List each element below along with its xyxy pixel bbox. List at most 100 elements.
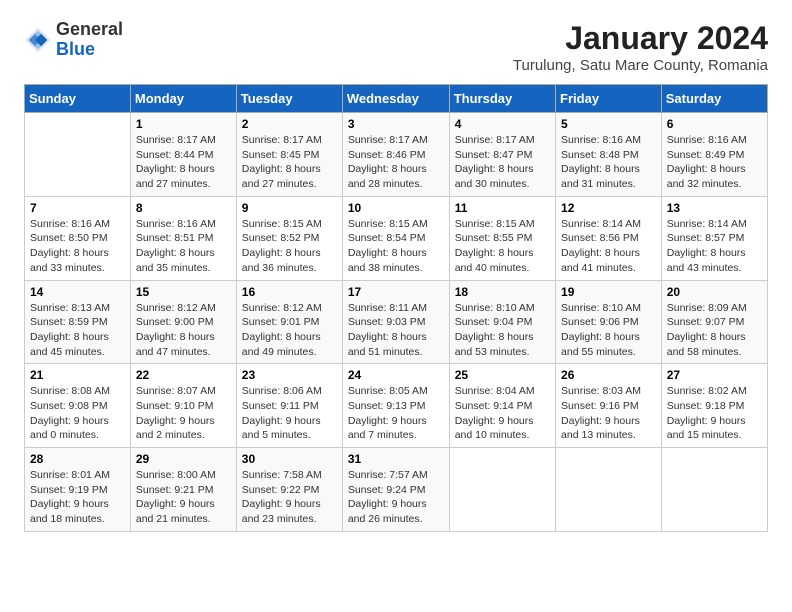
day-number: 7 [30, 201, 125, 215]
logo-general-text: General [56, 19, 123, 39]
weekday-header-sunday: Sunday [25, 85, 131, 113]
day-detail: Sunrise: 8:08 AM Sunset: 9:08 PM Dayligh… [30, 385, 110, 441]
day-number: 10 [348, 201, 444, 215]
calendar-cell: 7 Sunrise: 8:16 AM Sunset: 8:50 PM Daylig… [25, 196, 131, 280]
day-number: 8 [136, 201, 231, 215]
calendar-cell: 6 Sunrise: 8:16 AM Sunset: 8:49 PM Daylig… [661, 113, 767, 197]
day-detail: Sunrise: 8:07 AM Sunset: 9:10 PM Dayligh… [136, 385, 216, 441]
calendar-cell: 1 Sunrise: 8:17 AM Sunset: 8:44 PM Daylig… [130, 113, 236, 197]
day-detail: Sunrise: 8:02 AM Sunset: 9:18 PM Dayligh… [667, 385, 747, 441]
day-number: 11 [455, 201, 550, 215]
calendar-cell: 19Sunrise: 8:10 AM Sunset: 9:06 PM Dayli… [556, 280, 662, 364]
day-detail: Sunrise: 8:15 AM Sunset: 8:55 PM Dayligh… [455, 218, 535, 274]
calendar-body: 1 Sunrise: 8:17 AM Sunset: 8:44 PM Daylig… [25, 113, 768, 532]
calendar-table: SundayMondayTuesdayWednesdayThursdayFrid… [24, 84, 768, 532]
day-number: 29 [136, 452, 231, 466]
day-number: 15 [136, 285, 231, 299]
day-detail: Sunrise: 8:12 AM Sunset: 9:00 PM Dayligh… [136, 302, 216, 358]
calendar-cell: 12 Sunrise: 8:14 AM Sunset: 8:56 PM Dayli… [556, 196, 662, 280]
day-detail: Sunrise: 8:10 AM Sunset: 9:04 PM Dayligh… [455, 302, 535, 358]
day-detail: Sunrise: 8:17 AM Sunset: 8:46 PM Dayligh… [348, 134, 428, 190]
calendar-cell: 4 Sunrise: 8:17 AM Sunset: 8:47 PM Daylig… [449, 113, 555, 197]
title-area: January 2024 Turulung, Satu Mare County,… [513, 20, 768, 74]
calendar-cell [661, 448, 767, 532]
day-detail: Sunrise: 8:17 AM Sunset: 8:47 PM Dayligh… [455, 134, 535, 190]
day-number: 5 [561, 117, 656, 131]
week-row-5: 28 Sunrise: 8:01 AM Sunset: 9:19 PM Dayli… [25, 448, 768, 532]
logo-blue-text: Blue [56, 39, 95, 59]
day-detail: Sunrise: 8:15 AM Sunset: 8:54 PM Dayligh… [348, 218, 428, 274]
day-detail: Sunrise: 8:14 AM Sunset: 8:57 PM Dayligh… [667, 218, 747, 274]
calendar-cell: 29 Sunrise: 8:00 AM Sunset: 9:21 PM Dayli… [130, 448, 236, 532]
day-number: 24 [348, 368, 444, 382]
day-detail: Sunrise: 8:11 AM Sunset: 9:03 PM Dayligh… [348, 302, 427, 358]
day-number: 16 [242, 285, 337, 299]
calendar-cell: 9Sunrise: 8:15 AM Sunset: 8:52 PM Daylig… [236, 196, 342, 280]
calendar-cell: 30Sunrise: 7:58 AM Sunset: 9:22 PM Dayli… [236, 448, 342, 532]
day-detail: Sunrise: 8:12 AM Sunset: 9:01 PM Dayligh… [242, 302, 322, 358]
calendar-cell: 11 Sunrise: 8:15 AM Sunset: 8:55 PM Dayli… [449, 196, 555, 280]
day-number: 18 [455, 285, 550, 299]
day-detail: Sunrise: 7:58 AM Sunset: 9:22 PM Dayligh… [242, 469, 322, 525]
calendar-cell [449, 448, 555, 532]
calendar-cell: 2Sunrise: 8:17 AM Sunset: 8:45 PM Daylig… [236, 113, 342, 197]
week-row-2: 7 Sunrise: 8:16 AM Sunset: 8:50 PM Daylig… [25, 196, 768, 280]
day-detail: Sunrise: 8:04 AM Sunset: 9:14 PM Dayligh… [455, 385, 535, 441]
calendar-cell: 15 Sunrise: 8:12 AM Sunset: 9:00 PM Dayli… [130, 280, 236, 364]
day-detail: Sunrise: 8:17 AM Sunset: 8:44 PM Dayligh… [136, 134, 216, 190]
day-number: 17 [348, 285, 444, 299]
day-detail: Sunrise: 8:17 AM Sunset: 8:45 PM Dayligh… [242, 134, 322, 190]
calendar-cell: 20 Sunrise: 8:09 AM Sunset: 9:07 PM Dayli… [661, 280, 767, 364]
day-number: 4 [455, 117, 550, 131]
calendar-cell: 3 Sunrise: 8:17 AM Sunset: 8:46 PM Daylig… [342, 113, 449, 197]
calendar-cell: 21 Sunrise: 8:08 AM Sunset: 9:08 PM Dayli… [25, 364, 131, 448]
day-detail: Sunrise: 8:00 AM Sunset: 9:21 PM Dayligh… [136, 469, 216, 525]
calendar-cell [556, 448, 662, 532]
month-title: January 2024 [513, 20, 768, 57]
day-number: 26 [561, 368, 656, 382]
day-number: 22 [136, 368, 231, 382]
logo: General Blue [24, 20, 123, 60]
day-number: 20 [667, 285, 762, 299]
day-detail: Sunrise: 8:16 AM Sunset: 8:49 PM Dayligh… [667, 134, 747, 190]
day-number: 28 [30, 452, 125, 466]
header: General Blue January 2024 Turulung, Satu… [24, 20, 768, 74]
day-number: 6 [667, 117, 762, 131]
day-number: 3 [348, 117, 444, 131]
calendar-header: SundayMondayTuesdayWednesdayThursdayFrid… [25, 85, 768, 113]
day-detail: Sunrise: 8:15 AM Sunset: 8:52 PM Dayligh… [242, 218, 322, 274]
weekday-header-tuesday: Tuesday [236, 85, 342, 113]
day-number: 1 [136, 117, 231, 131]
calendar-cell: 17 Sunrise: 8:11 AM Sunset: 9:03 PM Dayli… [342, 280, 449, 364]
day-number: 12 [561, 201, 656, 215]
calendar-cell: 8 Sunrise: 8:16 AM Sunset: 8:51 PM Daylig… [130, 196, 236, 280]
calendar-cell: 27Sunrise: 8:02 AM Sunset: 9:18 PM Dayli… [661, 364, 767, 448]
weekday-header-wednesday: Wednesday [342, 85, 449, 113]
week-row-3: 14Sunrise: 8:13 AM Sunset: 8:59 PM Dayli… [25, 280, 768, 364]
day-detail: Sunrise: 8:10 AM Sunset: 9:06 PM Dayligh… [561, 302, 641, 358]
calendar-cell: 14Sunrise: 8:13 AM Sunset: 8:59 PM Dayli… [25, 280, 131, 364]
calendar-cell [25, 113, 131, 197]
day-detail: Sunrise: 8:03 AM Sunset: 9:16 PM Dayligh… [561, 385, 641, 441]
day-detail: Sunrise: 8:16 AM Sunset: 8:48 PM Dayligh… [561, 134, 641, 190]
day-number: 14 [30, 285, 125, 299]
day-detail: Sunrise: 8:09 AM Sunset: 9:07 PM Dayligh… [667, 302, 747, 358]
day-number: 23 [242, 368, 337, 382]
day-number: 25 [455, 368, 550, 382]
day-number: 21 [30, 368, 125, 382]
weekday-header-thursday: Thursday [449, 85, 555, 113]
day-detail: Sunrise: 8:16 AM Sunset: 8:51 PM Dayligh… [136, 218, 216, 274]
day-detail: Sunrise: 8:01 AM Sunset: 9:19 PM Dayligh… [30, 469, 110, 525]
calendar-cell: 5 Sunrise: 8:16 AM Sunset: 8:48 PM Daylig… [556, 113, 662, 197]
calendar-cell: 13 Sunrise: 8:14 AM Sunset: 8:57 PM Dayli… [661, 196, 767, 280]
calendar-cell: 10 Sunrise: 8:15 AM Sunset: 8:54 PM Dayli… [342, 196, 449, 280]
day-detail: Sunrise: 8:16 AM Sunset: 8:50 PM Dayligh… [30, 218, 110, 274]
calendar-cell: 24Sunrise: 8:05 AM Sunset: 9:13 PM Dayli… [342, 364, 449, 448]
day-number: 13 [667, 201, 762, 215]
logo-icon [24, 26, 52, 54]
calendar-cell: 16 Sunrise: 8:12 AM Sunset: 9:01 PM Dayli… [236, 280, 342, 364]
weekday-header-friday: Friday [556, 85, 662, 113]
weekday-header-row: SundayMondayTuesdayWednesdayThursdayFrid… [25, 85, 768, 113]
day-detail: Sunrise: 8:14 AM Sunset: 8:56 PM Dayligh… [561, 218, 641, 274]
location-title: Turulung, Satu Mare County, Romania [513, 57, 768, 74]
